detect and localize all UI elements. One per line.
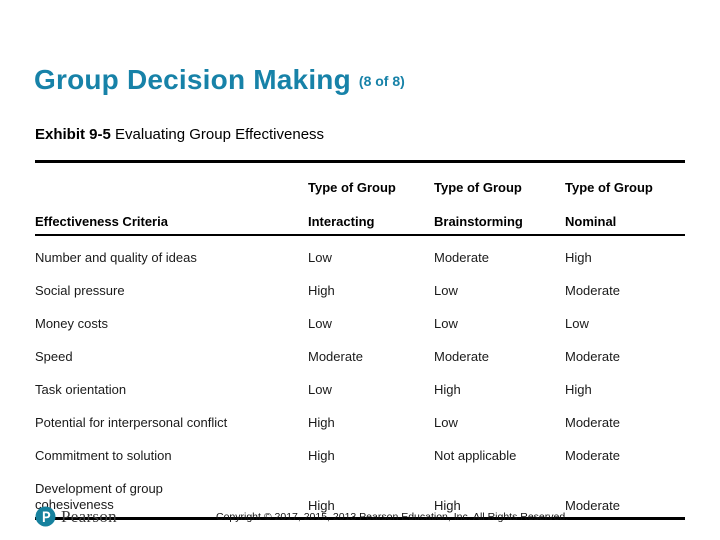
table-row: Task orientation Low High High xyxy=(35,368,685,401)
row-criteria: Commitment to solution xyxy=(35,448,172,463)
row-criteria: Social pressure xyxy=(35,283,125,298)
exhibit-caption: Exhibit 9-5 Evaluating Group Effectivene… xyxy=(35,126,324,143)
row-nominal: Moderate xyxy=(565,448,620,463)
column-header-interacting: Interacting xyxy=(308,214,375,229)
exhibit-label: Exhibit 9-5 xyxy=(35,126,116,143)
row-criteria-line1: Development of group xyxy=(35,481,163,496)
pearson-wordmark: Pearson xyxy=(61,506,117,526)
row-interacting: Low xyxy=(308,316,332,331)
table-column-header-row: Effectiveness Criteria Interacting Brain… xyxy=(35,199,685,234)
row-criteria: Money costs xyxy=(35,316,108,331)
row-brainstorming: Low xyxy=(434,283,458,298)
row-nominal: Low xyxy=(565,316,589,331)
group-header-spacer xyxy=(35,163,308,199)
row-interacting: High xyxy=(308,448,335,463)
effectiveness-table: Type of Group Type of Group Type of Grou… xyxy=(35,160,685,520)
page-title: Group Decision Making (8 of 8) xyxy=(34,64,674,96)
row-nominal: Moderate xyxy=(565,415,620,430)
table-row: Money costs Low Low Low xyxy=(35,302,685,335)
table-row: Commitment to solution High Not applicab… xyxy=(35,434,685,467)
row-brainstorming: Low xyxy=(434,415,458,430)
row-interacting: Moderate xyxy=(308,349,363,364)
row-brainstorming: High xyxy=(434,382,461,397)
row-nominal: High xyxy=(565,250,592,265)
slide-canvas: Group Decision Making (8 of 8) Exhibit 9-… xyxy=(0,0,720,540)
table-row: Social pressure High Low Moderate xyxy=(35,269,685,302)
column-header-criteria: Effectiveness Criteria xyxy=(35,214,168,229)
row-criteria: Speed xyxy=(35,349,73,364)
title-text: Group Decision Making xyxy=(34,64,351,95)
row-brainstorming: Not applicable xyxy=(434,448,517,463)
table-body-grid: Number and quality of ideas Low Moderate… xyxy=(35,236,685,517)
table-row: Speed Moderate Moderate Moderate xyxy=(35,335,685,368)
row-criteria: Task orientation xyxy=(35,382,127,397)
table-row: Number and quality of ideas Low Moderate… xyxy=(35,236,685,269)
table-grid: Type of Group Type of Group Type of Grou… xyxy=(35,163,685,234)
group-header-interacting: Type of Group xyxy=(308,180,396,195)
row-brainstorming: Moderate xyxy=(434,349,489,364)
exhibit-title: Evaluating Group Effectiveness xyxy=(115,126,325,143)
row-interacting: High xyxy=(308,283,335,298)
row-interacting: Low xyxy=(308,382,332,397)
table-group-header-row: Type of Group Type of Group Type of Grou… xyxy=(35,163,685,199)
row-nominal: High xyxy=(565,382,592,397)
pearson-p-icon xyxy=(35,506,56,527)
group-header-brainstorming: Type of Group xyxy=(434,180,522,195)
pearson-logo: Pearson xyxy=(35,506,117,527)
row-brainstorming: Low xyxy=(434,316,458,331)
row-interacting: High xyxy=(308,415,335,430)
column-header-brainstorming: Brainstorming xyxy=(434,214,523,229)
title-counter: (8 of 8) xyxy=(358,73,405,89)
row-nominal: Moderate xyxy=(565,283,620,298)
row-interacting: Low xyxy=(308,250,332,265)
copyright-text: Copyright © 2017, 2015, 2013 Pearson Edu… xyxy=(216,511,569,523)
row-criteria: Number and quality of ideas xyxy=(35,250,197,265)
column-header-nominal: Nominal xyxy=(565,214,617,229)
row-nominal: Moderate xyxy=(565,349,620,364)
table-row: Potential for interpersonal conflict Hig… xyxy=(35,401,685,434)
row-criteria: Potential for interpersonal conflict xyxy=(35,415,228,430)
group-header-nominal: Type of Group xyxy=(565,180,653,195)
slide-footer: Pearson Copyright © 2017, 2015, 2013 Pea… xyxy=(0,500,720,540)
row-brainstorming: Moderate xyxy=(434,250,489,265)
